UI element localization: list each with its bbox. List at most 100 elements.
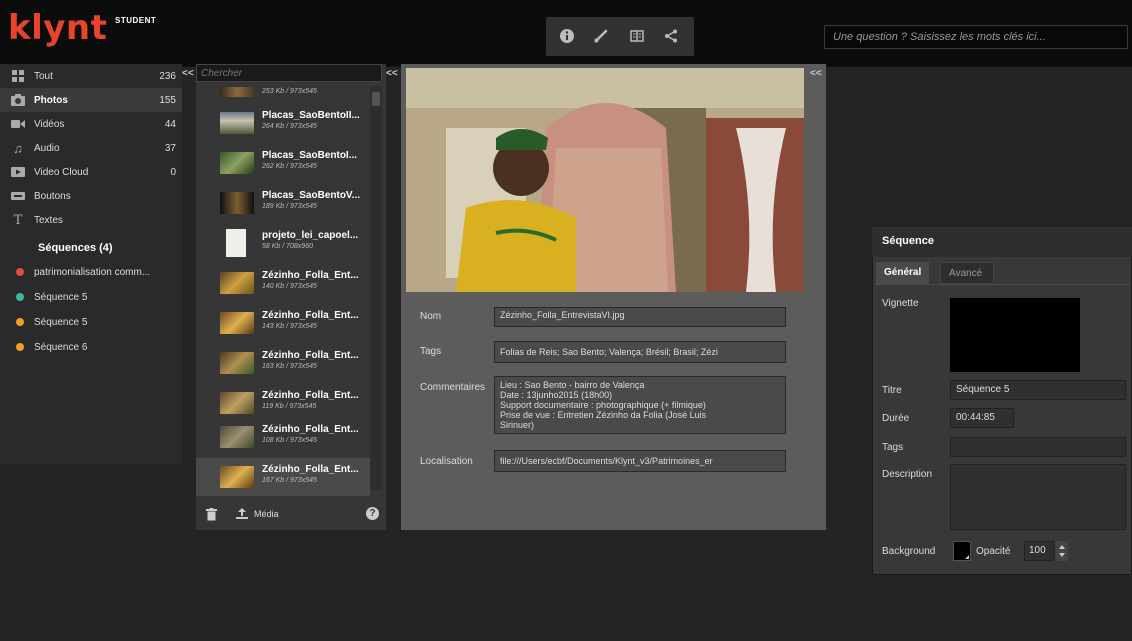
description-label: Description xyxy=(882,469,933,480)
titre-label: Titre xyxy=(882,385,902,396)
sidebar-item-count: 0 xyxy=(170,166,176,178)
sidebar-item-video-cloud[interactable]: Video Cloud 0 xyxy=(0,160,182,184)
background-color-swatch[interactable] xyxy=(953,541,971,561)
sequence-item[interactable]: Séquence 6 xyxy=(0,335,182,359)
media-item[interactable]: Zézinho_Folla_Ent... 140 Kb / 973x545 xyxy=(196,264,370,302)
media-meta: 262 Kb / 973x545 xyxy=(262,163,317,170)
media-thumbnail xyxy=(220,192,254,214)
tags-label: Tags xyxy=(420,346,442,357)
sidebar-item-count: 37 xyxy=(164,142,176,154)
media-thumbnail xyxy=(220,87,254,97)
media-item[interactable]: Zézinho_Folla_Ent... 143 Kb / 973x545 xyxy=(196,304,370,342)
media-name: Placas_SaoBentoII... xyxy=(262,110,360,121)
media-item[interactable]: Placas_SaoBentoII... 264 Kb / 973x545 xyxy=(196,104,370,142)
duree-field[interactable]: 00:44:85 xyxy=(950,408,1014,428)
media-thumbnail xyxy=(220,152,254,174)
collapse-sidebar-button[interactable]: << xyxy=(182,68,194,79)
tab-avance[interactable]: Avancé xyxy=(940,262,994,284)
collapse-detail-button[interactable]: << xyxy=(810,68,822,79)
scrollbar-thumb[interactable] xyxy=(372,92,380,106)
tab-general[interactable]: Général xyxy=(876,262,930,284)
media-meta: 108 Kb / 973x545 xyxy=(262,437,317,444)
camera-icon xyxy=(10,94,26,106)
sidebar-item-photos[interactable]: Photos 155 xyxy=(0,88,182,112)
media-name: Zézinho_Folla_Ent... xyxy=(262,270,359,281)
sidebar-item-count: 44 xyxy=(164,118,176,130)
sidebar-item-audio[interactable]: ♫ Audio 37 xyxy=(0,136,182,160)
add-media-button[interactable]: Média xyxy=(254,509,279,519)
media-name: Zézinho_Folla_Ent... xyxy=(262,424,359,435)
localisation-field[interactable]: file:///Users/ecbf/Documents/Klynt_v3/Pa… xyxy=(494,450,786,472)
media-item[interactable]: Placas_SaoBentoV... 189 Kb / 973x545 xyxy=(196,184,370,222)
media-name: Placas_SaoBentoV... xyxy=(262,190,361,201)
media-thumbnail xyxy=(220,272,254,294)
sequence-item[interactable]: Séquence 5 xyxy=(0,310,182,334)
sequence-label: Séquence 5 xyxy=(34,316,88,328)
description-field[interactable] xyxy=(950,464,1126,530)
comment-line: Prise de vue : Entretien Zézinho da Foli… xyxy=(500,410,707,420)
comments-field[interactable]: Lieu : Sao Bento - bairro de Valença Dat… xyxy=(494,376,786,434)
sidebar-item-label: Vidéos xyxy=(34,118,65,130)
text-icon: T xyxy=(13,212,23,228)
help-icon[interactable]: ? xyxy=(366,507,379,520)
opacite-stepper[interactable] xyxy=(1056,541,1068,561)
comment-line: Date : 13junho2015 (18h00) xyxy=(500,390,613,400)
media-meta: 163 Kb / 973x545 xyxy=(262,363,317,370)
sequences-heading[interactable]: Séquences (4) xyxy=(38,242,113,254)
vignette-thumbnail[interactable] xyxy=(950,298,1080,372)
opacite-label: Opacité xyxy=(976,546,1011,557)
klynt-logo[interactable]: klynt xyxy=(8,8,107,48)
sidebar-item-boutons[interactable]: Boutons xyxy=(0,184,182,208)
media-item[interactable]: Zézinho_Folla_Ent... 119 Kb / 973x545 xyxy=(196,384,370,422)
duree-label: Durée xyxy=(882,413,910,424)
media-item[interactable]: Placas_SaoBentoI... 262 Kb / 973x545 xyxy=(196,144,370,182)
brush-icon[interactable] xyxy=(588,23,614,49)
sidebar-item-label: Photos xyxy=(34,94,68,106)
sequence-color-dot xyxy=(16,318,24,326)
search-input[interactable] xyxy=(825,26,1132,48)
info-icon[interactable] xyxy=(554,23,580,49)
nom-field[interactable]: Zézinho_Folla_EntrevistaVI.jpg xyxy=(494,307,786,327)
media-meta: 253 Kb / 973x545 xyxy=(262,88,317,95)
opacite-field[interactable]: 100 xyxy=(1024,541,1054,561)
media-thumbnail xyxy=(220,466,254,488)
trash-icon[interactable] xyxy=(206,508,217,524)
sidebar-item-tout[interactable]: Tout 236 xyxy=(0,64,182,88)
upload-icon[interactable] xyxy=(236,508,248,523)
vignette-label: Vignette xyxy=(882,298,919,309)
sidebar-item-videos[interactable]: Vidéos 44 xyxy=(0,112,182,136)
media-item[interactable]: Zézinho_Folla_Ent... 108 Kb / 973x545 xyxy=(196,418,370,456)
media-item[interactable]: 253 Kb / 973x545 xyxy=(196,82,370,102)
sequence-label: Séquence 6 xyxy=(34,341,88,353)
comment-line: Lieu : Sao Bento - bairro de Valença xyxy=(500,380,645,390)
sidebar-item-count: 236 xyxy=(159,70,176,82)
media-name: Zézinho_Folla_Ent... xyxy=(262,350,359,361)
share-icon[interactable] xyxy=(658,23,684,49)
media-list-scrollbar[interactable] xyxy=(370,86,382,490)
search-field[interactable] xyxy=(824,25,1132,49)
video-icon xyxy=(10,118,26,130)
music-icon: ♫ xyxy=(13,140,23,156)
media-search-field[interactable] xyxy=(196,64,389,82)
titre-field[interactable]: Séquence 5 xyxy=(950,380,1126,400)
tags-seq-field[interactable] xyxy=(950,437,1126,457)
sidebar-item-textes[interactable]: T Textes xyxy=(0,208,182,232)
collapse-list-button[interactable]: << xyxy=(386,68,398,79)
media-name: Zézinho_Folla_Ent... xyxy=(262,464,359,475)
media-search-input[interactable] xyxy=(197,65,389,81)
sequence-item[interactable]: patrimonialisation comm... xyxy=(0,260,182,284)
sidebar-item-count: 155 xyxy=(159,94,176,106)
media-item-selected[interactable]: Zézinho_Folla_Ent... 167 Kb / 973x545 xyxy=(196,458,370,496)
sequence-item[interactable]: Séquence 5 xyxy=(0,285,182,309)
media-thumbnail xyxy=(220,112,254,134)
sidebar-item-label: Textes xyxy=(34,214,63,226)
swatch-corner-icon xyxy=(965,555,969,559)
media-item[interactable]: Zézinho_Folla_Ent... 163 Kb / 973x545 xyxy=(196,344,370,382)
media-item[interactable]: projeto_lei_capoel... 58 Kb / 708x960 xyxy=(196,224,370,262)
tags-field[interactable]: Folias de Reis; Sao Bento; Valença; Brés… xyxy=(494,341,786,363)
book-icon[interactable] xyxy=(624,23,650,49)
sequence-panel-title[interactable]: Séquence xyxy=(872,227,1132,257)
media-name: Zézinho_Folla_Ent... xyxy=(262,390,359,401)
media-list-footer: Média ? xyxy=(196,500,386,530)
media-meta: 167 Kb / 973x545 xyxy=(262,477,317,484)
